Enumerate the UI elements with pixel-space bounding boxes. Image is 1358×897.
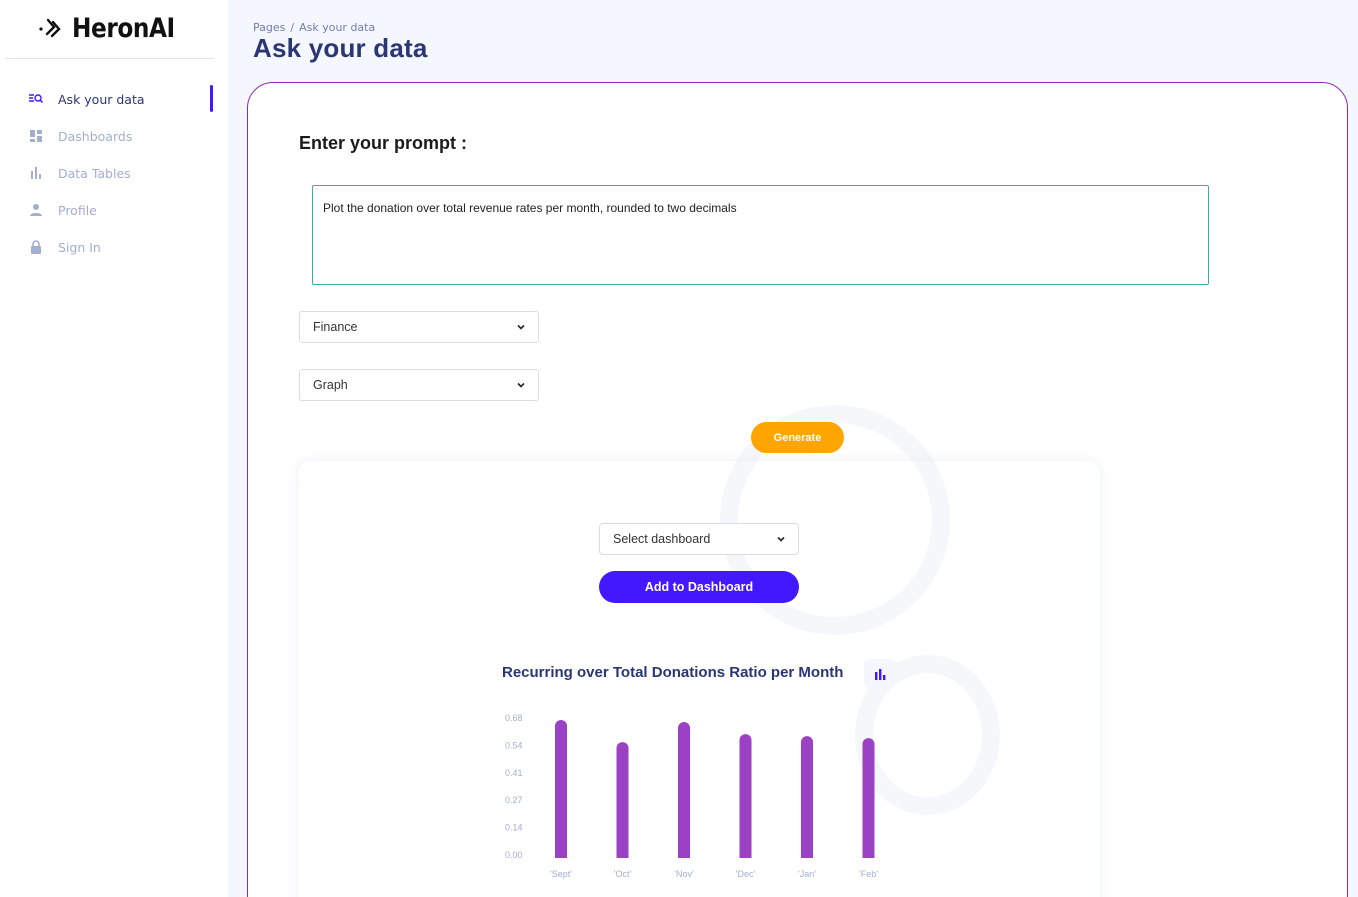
category-select[interactable]: Finance: [299, 311, 539, 343]
x-tick-label: 'Nov': [674, 869, 694, 879]
bar-chart: 0.68 0.54 0.41 0.27 0.14 0.00 'Sept' 'Oct' 'Nov'…: [505, 713, 878, 879]
output-type-select[interactable]: Graph: [299, 369, 539, 401]
dashboard-select[interactable]: Select dashboard: [599, 523, 799, 555]
chart-bar[interactable]: [862, 738, 875, 858]
sidebar-item-label: Ask your data: [58, 91, 145, 107]
chart-bar-base: [616, 851, 629, 858]
chart-type-button[interactable]: [864, 659, 896, 689]
sidebar-divider: [5, 58, 214, 59]
heron-logo-icon: [39, 18, 61, 38]
output-type-select-value: Graph: [313, 378, 348, 392]
active-indicator: [210, 85, 213, 112]
search-list-icon: [29, 94, 44, 104]
x-tick-label: 'Dec': [736, 869, 756, 879]
x-tick-label: 'Oct': [614, 869, 632, 879]
x-tick-label: 'Jan': [798, 869, 816, 879]
brand-name: HeronAI: [72, 12, 175, 44]
y-tick-label: 0.00: [505, 850, 523, 860]
sidebar-item-label: Data Tables: [58, 165, 131, 181]
chart-bar-base: [801, 851, 813, 858]
prompt-input[interactable]: Plot the donation over total revenue rat…: [312, 185, 1209, 285]
sidebar-item-ask-your-data[interactable]: Ask your data: [28, 85, 213, 112]
chart-bar[interactable]: [739, 734, 752, 858]
chart-bar[interactable]: [555, 720, 567, 858]
sidebar-item-label: Sign In: [58, 239, 101, 255]
y-tick-label: 0.27: [505, 795, 523, 805]
bar-chart-icon: [31, 167, 41, 179]
chevron-down-icon: [517, 382, 525, 388]
chart-bar-base: [678, 851, 690, 858]
sidebar-item-label: Dashboards: [58, 128, 133, 144]
add-to-dashboard-button[interactable]: Add to Dashboard: [599, 571, 799, 603]
sidebar-item-sign-in[interactable]: Sign In: [28, 235, 213, 259]
chart-title: Recurring over Total Donations Ratio per…: [502, 664, 844, 681]
sidebar: HeronAI Ask your data Dashboards Data Ta…: [0, 0, 228, 897]
y-tick-label: 0.54: [505, 740, 523, 750]
prompt-heading: Enter your prompt :: [299, 133, 468, 153]
chart-bar-base: [739, 851, 752, 858]
dashboard-icon: [30, 130, 42, 142]
chevron-down-icon: [777, 536, 785, 542]
chart-bar-base: [555, 851, 567, 858]
y-tick-label: 0.14: [505, 823, 523, 833]
chart-bar[interactable]: [616, 742, 629, 858]
y-tick-label: 0.68: [505, 713, 523, 723]
chart-bar[interactable]: [678, 722, 690, 858]
chart-bar-base: [862, 851, 875, 858]
x-tick-label: 'Sept': [550, 869, 572, 879]
lock-icon: [31, 240, 41, 254]
sidebar-item-label: Profile: [58, 202, 97, 218]
chevron-down-icon: [517, 324, 525, 330]
person-icon: [30, 204, 42, 216]
sidebar-item-profile[interactable]: Profile: [28, 198, 213, 222]
generate-button[interactable]: Generate: [751, 422, 844, 453]
dashboard-select-value: Select dashboard: [613, 532, 711, 546]
sidebar-item-data-tables[interactable]: Data Tables: [28, 161, 213, 185]
sidebar-item-dashboards[interactable]: Dashboards: [28, 124, 213, 148]
x-tick-label: 'Feb': [859, 869, 878, 879]
chart-bar[interactable]: [801, 736, 813, 858]
category-select-value: Finance: [313, 320, 358, 334]
bar-chart-icon: [875, 669, 886, 680]
page-title: Ask your data: [253, 33, 428, 63]
brand-logo[interactable]: HeronAI: [38, 10, 191, 46]
y-tick-label: 0.41: [505, 768, 523, 778]
